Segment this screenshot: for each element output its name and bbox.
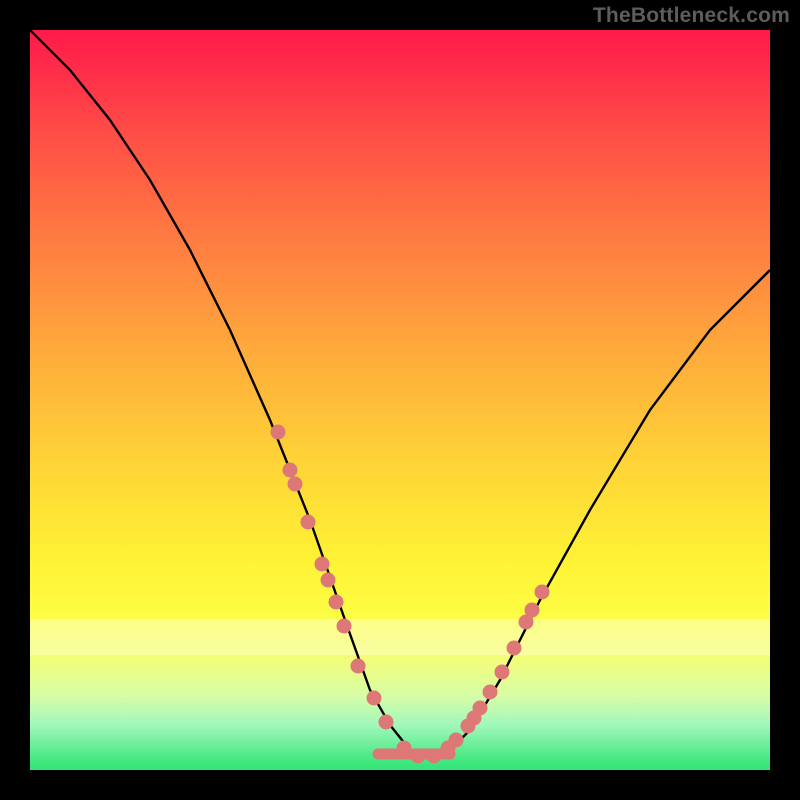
highlight-dot (379, 715, 394, 730)
bottleneck-curve (30, 30, 770, 755)
highlight-dot (301, 515, 316, 530)
chart-svg (30, 30, 770, 770)
highlight-dot (449, 733, 464, 748)
highlight-dot (427, 749, 442, 764)
highlight-dot (473, 701, 488, 716)
highlight-dot (337, 619, 352, 634)
highlight-dot (271, 425, 286, 440)
highlight-dot (525, 603, 540, 618)
highlight-dot (535, 585, 550, 600)
highlight-dot (507, 641, 522, 656)
highlight-dots (271, 425, 550, 764)
highlight-dot (283, 463, 298, 478)
highlight-dot (411, 749, 426, 764)
highlight-dot (483, 685, 498, 700)
highlight-dot (329, 595, 344, 610)
highlight-dot (495, 665, 510, 680)
outer-frame: TheBottleneck.com (0, 0, 800, 800)
highlight-dot (288, 477, 303, 492)
highlight-dot (315, 557, 330, 572)
plot-area (30, 30, 770, 770)
highlight-dot (397, 741, 412, 756)
highlight-dot (367, 691, 382, 706)
highlight-dot (351, 659, 366, 674)
highlight-dot (321, 573, 336, 588)
watermark-text: TheBottleneck.com (593, 4, 790, 28)
